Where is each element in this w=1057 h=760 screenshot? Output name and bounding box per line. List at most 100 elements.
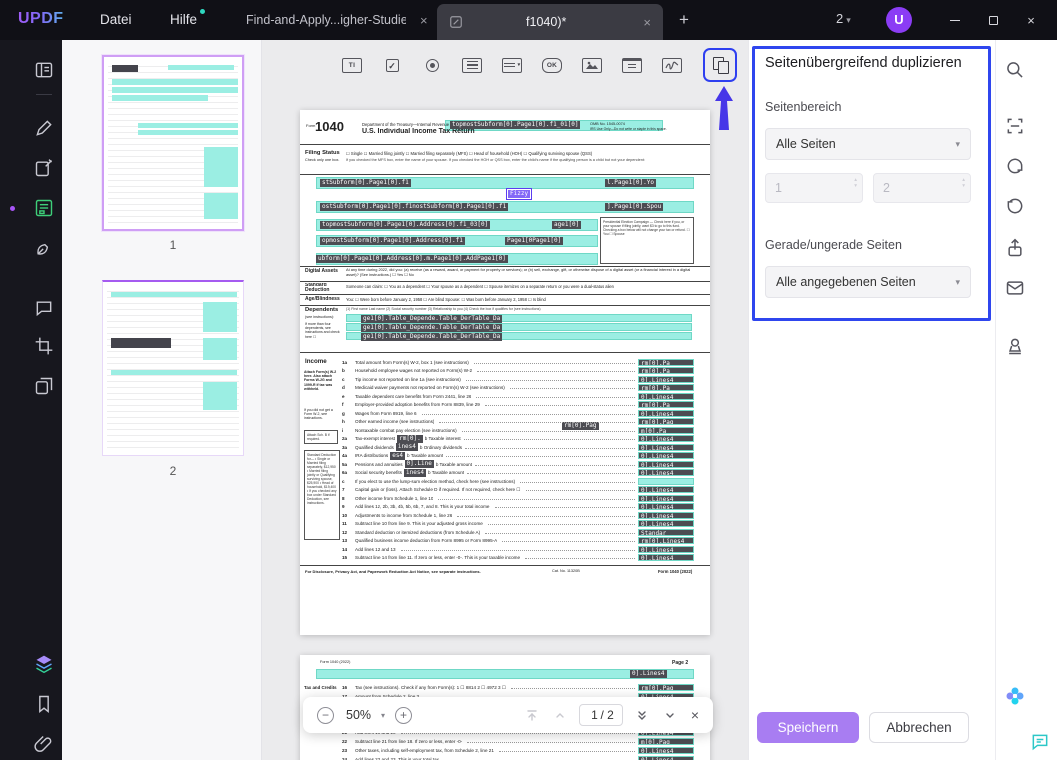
field-name-overlay[interactable]: 0].Lines4: [639, 453, 693, 459]
field-name-overlay[interactable]: 0].Lines4: [639, 393, 693, 399]
comment-icon[interactable]: [34, 298, 54, 318]
form-field-highlight[interactable]: [638, 477, 694, 485]
ai-assistant-icon[interactable]: [1005, 686, 1025, 706]
range-from-field[interactable]: ▴▾: [765, 173, 863, 203]
field-name-overlay[interactable]: m[0].Pa: [639, 427, 693, 433]
layers-icon[interactable]: [34, 654, 54, 674]
menu-file[interactable]: Datei: [100, 12, 132, 27]
form-field-highlight[interactable]: 0].Lines4: [638, 545, 694, 553]
form-field-highlight[interactable]: 0].Lines4: [638, 375, 694, 383]
field-name-overlay[interactable]: 0].Lines4: [639, 495, 693, 501]
field-name-overlay[interactable]: 0].Lines4: [639, 521, 693, 527]
page-number-input[interactable]: [588, 708, 601, 722]
menu-help[interactable]: Hilfe: [170, 12, 197, 27]
form-field-highlight[interactable]: 0].Lines4: [638, 554, 694, 562]
field-name-overlay[interactable]: opmostSubform[0].Page1[0].Address[0].f1: [320, 237, 465, 245]
form-field-highlight[interactable]: 0].Lines4: [638, 443, 694, 451]
form-field-highlight[interactable]: m[0].Pa: [638, 426, 694, 434]
field-name-overlay[interactable]: 0].Lines4: [639, 461, 693, 467]
form-field-highlight[interactable]: rm[0].Pa: [638, 401, 694, 409]
new-tab-button[interactable]: +: [672, 8, 696, 32]
form-field-highlight[interactable]: rm[0].Lines4: [638, 537, 694, 545]
form-field-highlight[interactable]: 0].Lines4: [638, 511, 694, 519]
form-field-highlight[interactable]: 0].Lines4: [638, 494, 694, 502]
field-name-overlay[interactable]: 0].Lines4: [639, 748, 693, 753]
form-field-highlight[interactable]: 0].Lines4: [638, 392, 694, 400]
dependent-row[interactable]: ge1[0].Table_Depende.Table_DerTable_Da: [346, 323, 692, 332]
field-name-overlay[interactable]: ge1[0].Table_Depende.Table_DerTable_Da: [361, 324, 503, 332]
duplicate-across-pages-tool[interactable]: [708, 52, 734, 78]
field-name-overlay[interactable]: rm[0].Lines4: [639, 538, 693, 544]
field-name-overlay[interactable]: m[0].Pag: [639, 739, 693, 744]
field-name-overlay[interactable]: Standar: [639, 529, 693, 535]
field-name-overlay[interactable]: 0].Lines4: [630, 670, 667, 678]
form-field-highlight[interactable]: 0].Lines4: [638, 503, 694, 511]
sign-icon[interactable]: [34, 238, 54, 258]
field-name-overlay[interactable]: stSubform[0].Page1[0].f1: [320, 179, 411, 187]
field-name-overlay[interactable]: 0].Lines4: [639, 470, 693, 476]
attachment-icon[interactable]: [34, 734, 54, 754]
field-name-overlay[interactable]: topmostSubform[0].Page1[0].f1_01[0]: [450, 121, 581, 129]
form-field-highlight[interactable]: 0].Lines4: [638, 460, 694, 468]
organize-pages-icon[interactable]: [34, 376, 54, 396]
field-name-overlay[interactable]: rm[0].Pag: [639, 685, 693, 690]
checkbox-field-tool[interactable]: ✓: [379, 52, 405, 78]
field-name-overlay[interactable]: 0].Lines4: [639, 436, 693, 442]
zoom-dropdown-icon[interactable]: ▾: [381, 711, 385, 720]
radio-button-field-tool[interactable]: [419, 52, 445, 78]
field-name-overlay[interactable]: 0].Line: [404, 460, 434, 469]
spinner-down-icon[interactable]: ▾: [854, 183, 857, 189]
form-field-highlight[interactable]: 0].Lines4: [638, 520, 694, 528]
field-name-overlay[interactable]: ge1[0].Table_Depende.Table_DerTable_Da: [361, 315, 503, 323]
field-name-overlay[interactable]: ostSubform[0].Page1[0].f1nostSubform[0].…: [320, 203, 509, 211]
form-field-highlight[interactable]: 0].Lines4: [638, 469, 694, 477]
form-field-highlight[interactable]: rm[0].Pag: [638, 684, 694, 691]
combo-box-field-tool[interactable]: ▾: [499, 52, 525, 78]
convert-icon[interactable]: [1005, 156, 1025, 176]
mail-icon[interactable]: [1005, 278, 1025, 298]
push-button-field-tool[interactable]: OK: [539, 52, 565, 78]
minimize-button[interactable]: [945, 10, 965, 30]
first-page-button[interactable]: [523, 706, 541, 724]
field-name-overlay[interactable]: Page1[0Page1[0]: [505, 237, 564, 245]
form-field-highlight[interactable]: rm[0].Pa: [638, 367, 694, 375]
dependent-row[interactable]: ge1[0].Table_Depende.Table_DerTable_Da: [346, 332, 692, 341]
maximize-button[interactable]: [983, 10, 1003, 30]
previous-page-button[interactable]: [551, 706, 569, 724]
field-name-overlay[interactable]: rm[0].Pa: [639, 385, 693, 391]
field-name-overlay[interactable]: 0].Lines4: [639, 487, 693, 493]
field-name-overlay[interactable]: 0].Lines4: [639, 504, 693, 510]
field-name-overlay[interactable]: age1[0]: [552, 221, 582, 229]
form-field-highlight[interactable]: 0].Lines4: [638, 452, 694, 460]
annotate-icon[interactable]: [34, 118, 54, 138]
field-name-overlay[interactable]: rm[0].Pag: [639, 419, 693, 425]
field-name-overlay[interactable]: 0].Lines4: [639, 512, 693, 518]
bookmark-icon[interactable]: [34, 694, 54, 714]
field-name-overlay[interactable]: es4: [390, 451, 406, 460]
edit-icon[interactable]: [34, 158, 54, 178]
zoom-in-button[interactable]: +: [395, 706, 413, 724]
dependent-row[interactable]: ge1[0].Table_Depende.Table_DerTable_Da: [346, 314, 692, 323]
close-toolbar-button[interactable]: ×: [691, 707, 699, 723]
field-name-overlay[interactable]: rm[0].Pa: [639, 359, 693, 365]
form-field-highlight[interactable]: 0].Lines4: [638, 409, 694, 417]
form-field-highlight[interactable]: m[0].Pag: [638, 738, 694, 745]
tab-close-icon[interactable]: ×: [643, 15, 651, 30]
field-name-overlay[interactable]: 0].Lines4: [639, 376, 693, 382]
cancel-button[interactable]: Abbrechen: [869, 712, 969, 743]
tab-count-dropdown[interactable]: 2 ▾: [836, 11, 851, 26]
spinner-down-icon[interactable]: ▾: [962, 183, 965, 189]
thumbnails-icon[interactable]: [34, 60, 54, 80]
form-field-highlight[interactable]: 0].Lines4: [638, 747, 694, 754]
field-name-overlay[interactable]: rm[0].: [397, 434, 423, 443]
parity-dropdown[interactable]: Alle angegebenen Seiten ▾: [765, 266, 971, 298]
avatar[interactable]: U: [886, 7, 912, 33]
ocr-icon[interactable]: [1005, 116, 1025, 136]
tab-document-2[interactable]: f1040)* ×: [437, 4, 663, 40]
field-name-overlay[interactable]: 0].Lines4: [639, 444, 693, 450]
field-name-overlay[interactable]: 0].Lines4: [639, 546, 693, 552]
tab-close-icon[interactable]: ×: [420, 13, 428, 28]
zoom-out-button[interactable]: −: [317, 706, 334, 724]
crop-icon[interactable]: [34, 336, 54, 356]
image-field-tool[interactable]: [579, 52, 605, 78]
